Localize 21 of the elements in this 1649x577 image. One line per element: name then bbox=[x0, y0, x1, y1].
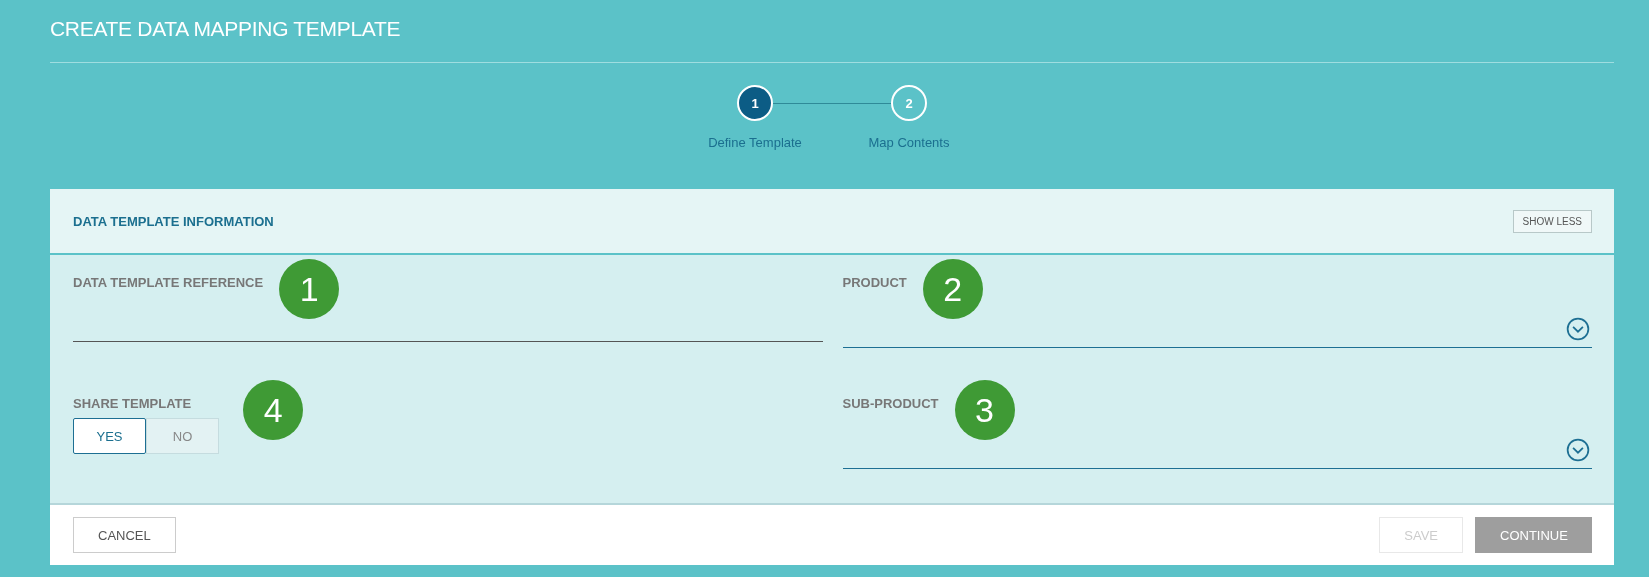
step-label: Map Contents bbox=[868, 135, 950, 150]
chevron-down-icon bbox=[1566, 317, 1590, 341]
window-title: CREATE DATA MAPPING TEMPLATE bbox=[50, 16, 402, 42]
cancel-button[interactable]: CANCEL bbox=[73, 517, 176, 553]
field-label: DATA TEMPLATE REFERENCE bbox=[73, 274, 264, 290]
chevron-down-icon bbox=[1566, 438, 1590, 462]
field-label: SUB-PRODUCT bbox=[842, 395, 939, 411]
field-label: SHARE TEMPLATE bbox=[73, 395, 192, 411]
number-marker: 1 bbox=[279, 259, 340, 319]
show-less-button[interactable]: SHOW LESS bbox=[1512, 209, 1592, 233]
toggle-option[interactable]: YES bbox=[73, 418, 146, 454]
number-marker: 3 bbox=[954, 380, 1015, 440]
step-label: Define Template bbox=[708, 135, 802, 150]
dropdown-field[interactable] bbox=[842, 317, 1592, 348]
dropdown-field[interactable] bbox=[842, 438, 1592, 469]
number-marker: 4 bbox=[243, 380, 304, 440]
toggle-option[interactable]: NO bbox=[146, 418, 219, 454]
step-circle[interactable]: 1 bbox=[737, 85, 773, 121]
field-label: PRODUCT bbox=[842, 274, 907, 290]
section-title: DATA TEMPLATE INFORMATION bbox=[73, 213, 274, 229]
number-marker: 2 bbox=[922, 259, 983, 319]
